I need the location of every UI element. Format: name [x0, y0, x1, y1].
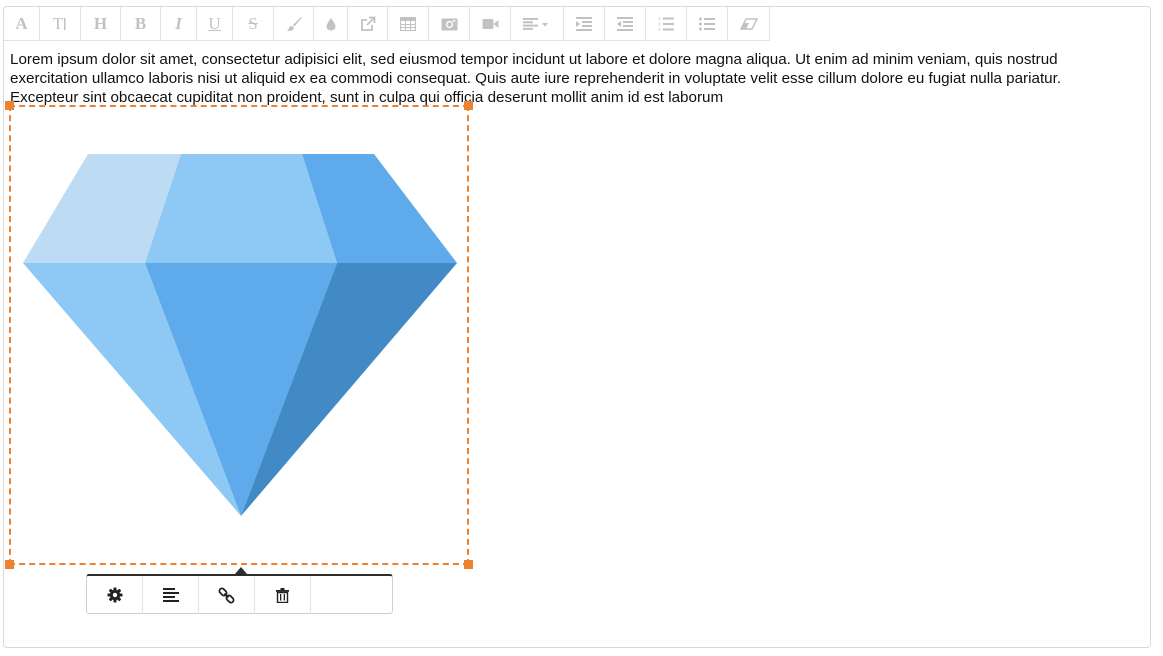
editor-content[interactable]: Lorem ipsum dolor sit amet, consectetur …: [10, 50, 1120, 107]
table-icon: [400, 16, 416, 31]
outdent-button[interactable]: [605, 7, 646, 40]
camera-icon: [441, 18, 457, 30]
image-popover: [86, 574, 393, 614]
resize-handle-top-right[interactable]: [464, 101, 473, 110]
insert-table-button[interactable]: [388, 7, 429, 40]
align-left-icon: [162, 588, 179, 602]
link-icon: [218, 587, 235, 603]
image-selection-frame: [9, 105, 469, 565]
italic-icon: I: [175, 13, 182, 33]
paint-brush-button[interactable]: [274, 7, 314, 40]
svg-text:1: 1: [658, 16, 661, 21]
strikethrough-icon: S: [248, 13, 258, 33]
insert-image-button[interactable]: [429, 7, 470, 40]
indent-icon: [576, 16, 592, 31]
font-family-icon: A: [15, 13, 28, 33]
unordered-list-icon: [699, 17, 715, 30]
svg-text:2: 2: [658, 22, 661, 27]
svg-text:3: 3: [658, 27, 661, 31]
brush-icon: [286, 16, 301, 31]
align-left-caret-icon: [523, 17, 548, 30]
resize-handle-bottom-left[interactable]: [5, 560, 14, 569]
resize-handle-bottom-right[interactable]: [464, 560, 473, 569]
unordered-list-button[interactable]: [687, 7, 728, 40]
editor-toolbar: A T H B I U S 1 2 3: [4, 7, 770, 41]
text-cursor-icon: [64, 17, 66, 30]
heading-icon: H: [93, 13, 108, 33]
bold-button[interactable]: B: [121, 7, 161, 40]
gear-icon: [107, 587, 122, 603]
clear-format-button[interactable]: [728, 7, 769, 40]
insert-video-button[interactable]: [470, 7, 511, 40]
video-camera-icon: [482, 18, 498, 29]
popover-arrow: [235, 567, 247, 574]
insert-link-button[interactable]: [348, 7, 388, 40]
image-settings-button[interactable]: [87, 576, 143, 614]
bold-icon: B: [134, 13, 147, 33]
eraser-icon: [739, 17, 758, 30]
external-link-icon: [360, 16, 375, 31]
indent-button[interactable]: [564, 7, 605, 40]
rich-text-editor[interactable]: A T H B I U S 1 2 3 Lorem ipsum dolor si…: [3, 6, 1151, 648]
font-family-button[interactable]: A: [4, 7, 40, 40]
underline-button[interactable]: U: [197, 7, 233, 40]
text-color-button[interactable]: [314, 7, 348, 40]
ordered-list-icon: 1 2 3: [658, 16, 674, 31]
font-size-icon: T: [52, 13, 64, 33]
body-paragraph[interactable]: Lorem ipsum dolor sit amet, consectetur …: [10, 50, 1120, 107]
image-delete-button[interactable]: [255, 576, 311, 614]
ordered-list-button[interactable]: 1 2 3: [646, 7, 687, 40]
resize-handle-top-left[interactable]: [5, 101, 14, 110]
strikethrough-button[interactable]: S: [233, 7, 274, 40]
underline-icon: U: [208, 13, 221, 33]
outdent-icon: [617, 16, 633, 31]
image-link-button[interactable]: [199, 576, 255, 614]
droplet-icon: [326, 17, 335, 30]
trash-icon: [276, 587, 289, 603]
italic-button[interactable]: I: [161, 7, 197, 40]
align-dropdown-button[interactable]: [511, 7, 564, 40]
image-align-button[interactable]: [143, 576, 199, 614]
heading-button[interactable]: H: [81, 7, 121, 40]
font-size-button[interactable]: T: [40, 7, 81, 40]
